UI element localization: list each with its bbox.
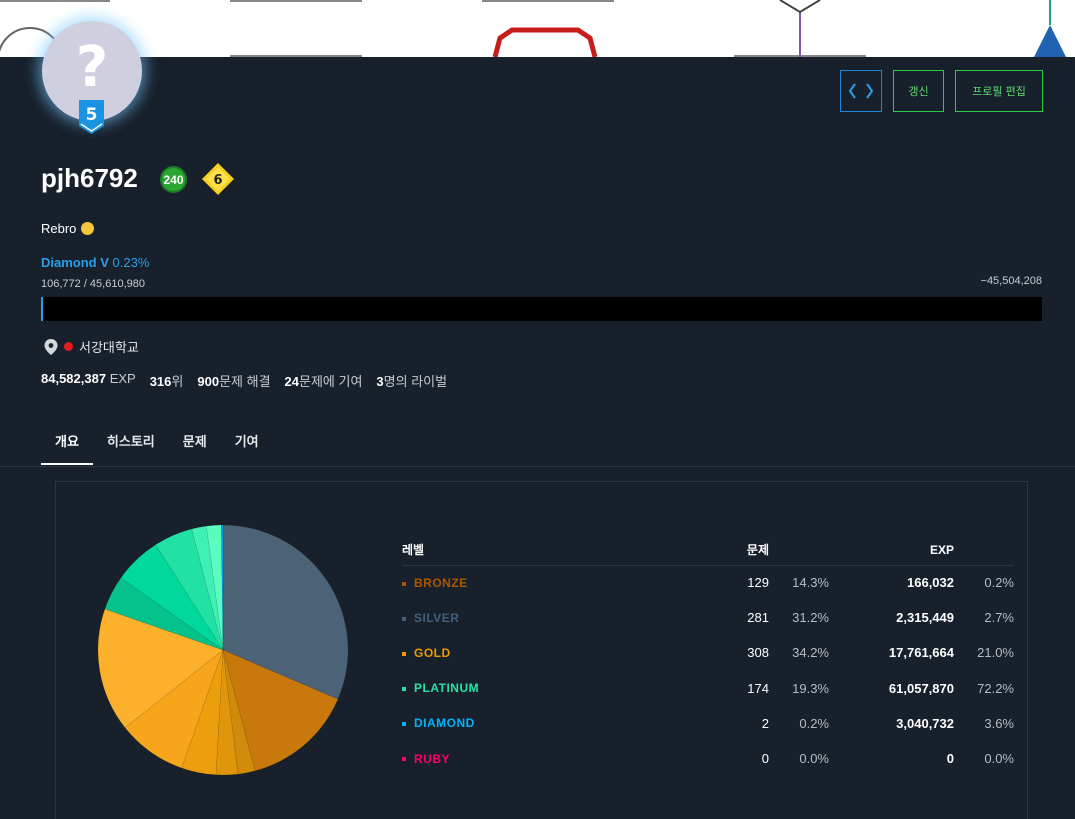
tier-badge-icon: 5 — [79, 100, 104, 134]
rank-percent: 0.23% — [112, 255, 150, 270]
stat-rank: 316위 — [149, 374, 184, 389]
level-count-pct: 14.3% — [792, 575, 829, 591]
level-dot — [402, 581, 406, 586]
level-label[interactable]: DIAMOND — [402, 706, 679, 741]
tabs-divider — [0, 466, 1075, 467]
level-count-pct: 19.3% — [792, 680, 829, 696]
level-table-header: 레벨 문제 EXP — [402, 535, 1014, 566]
level-exp: 166,032 — [907, 575, 954, 591]
level-dot — [402, 686, 406, 691]
placeholder-icon: ? — [75, 34, 109, 100]
school-row: 서강대학교 — [44, 337, 139, 356]
col-problems-pct — [769, 535, 829, 566]
top-banner — [0, 0, 1075, 57]
level-count: 281 — [747, 610, 769, 626]
banner-logos — [0, 0, 1066, 57]
level-exp: 61,057,870 — [888, 680, 954, 696]
username: pjh6792 — [41, 163, 138, 193]
level-label[interactable]: SILVER — [402, 600, 679, 635]
level-exp: 17,761,664 — [888, 645, 954, 661]
level-dot — [402, 757, 406, 762]
level-exp: 2,315,449 — [896, 610, 954, 626]
code-icon — [848, 83, 874, 99]
bio-text: Rebro — [41, 221, 77, 236]
location-pin-icon — [44, 338, 58, 355]
refresh-button[interactable]: 갱신 — [893, 70, 944, 112]
level-pie-chart — [97, 524, 349, 776]
col-exp: EXP — [829, 535, 954, 566]
level-dot — [402, 722, 406, 727]
rank-name: Diamond V — [41, 255, 109, 270]
rating-remaining: −45,504,208 — [980, 275, 1042, 287]
level-row-ruby: RUBY 0 0.0% 0 0.0% — [402, 741, 1014, 776]
rank-line: Diamond V 0.23% — [41, 255, 149, 270]
tab-problems[interactable]: 문제 — [169, 431, 221, 465]
stat-rivals[interactable]: 3명의 라이벌 — [376, 371, 447, 390]
level-row-diamond: DIAMOND 2 0.2% 3,040,732 3.6% — [402, 706, 1014, 741]
school-color-dot — [64, 342, 73, 351]
class-number: 6 — [213, 173, 222, 188]
level-count: 308 — [747, 645, 769, 661]
level-count-pct: 0.0% — [799, 751, 829, 767]
level-count-pct: 31.2% — [792, 610, 829, 626]
level-exp: 0 — [946, 751, 954, 767]
embed-code-button[interactable] — [840, 70, 882, 112]
level-exp-pct: 0.2% — [984, 575, 1014, 591]
school-name[interactable]: 서강대학교 — [79, 337, 139, 356]
smiley-emoji-icon — [81, 222, 95, 235]
level-exp-pct: 2.7% — [984, 610, 1014, 626]
level-count: 129 — [747, 575, 769, 591]
level-row-gold: GOLD 308 34.2% 17,761,664 21.0% — [402, 635, 1014, 670]
level-label[interactable]: GOLD — [402, 635, 679, 670]
level-count: 0 — [761, 751, 769, 767]
rating-progress-bar — [41, 297, 1042, 321]
level-exp-pct: 0.0% — [984, 751, 1014, 767]
level-exp-pct: 21.0% — [977, 645, 1014, 661]
level-count: 2 — [761, 715, 769, 731]
level-exp: 3,040,732 — [896, 715, 954, 731]
level-badge: 240 — [160, 166, 187, 193]
rating-progress-fill — [41, 297, 44, 321]
level-label[interactable]: PLATINUM — [402, 671, 679, 706]
level-row-silver: SILVER 281 31.2% 2,315,449 2.7% — [402, 600, 1014, 635]
col-exp-pct — [954, 535, 1014, 566]
level-dot — [402, 651, 406, 656]
stat-exp: 84,582,387 EXP — [41, 371, 136, 386]
level-exp-pct: 72.2% — [977, 680, 1014, 696]
col-level: 레벨 — [402, 535, 679, 566]
rating-progress-text: 106,772 / 45,610,980 — [41, 278, 145, 290]
stat-solved[interactable]: 900문제 해결 — [197, 371, 270, 390]
tab-history[interactable]: 히스토리 — [93, 431, 169, 465]
level-count-pct: 0.2% — [799, 715, 829, 731]
level-dot — [402, 616, 406, 621]
col-problems: 문제 — [679, 535, 769, 566]
tier-number: 5 — [86, 105, 98, 125]
level-row-bronze: BRONZE 129 14.3% 166,032 0.2% — [402, 565, 1014, 600]
stat-contributed[interactable]: 24문제에 기여 — [285, 371, 363, 390]
level-exp-pct: 3.6% — [984, 715, 1014, 731]
level-count-pct: 34.2% — [792, 645, 829, 661]
level-label[interactable]: RUBY — [402, 741, 679, 776]
stats-row: 84,582,387 EXP 316위 900문제 해결 24문제에 기여 3명… — [41, 371, 447, 390]
level-label[interactable]: BRONZE — [402, 565, 679, 600]
bio: Rebro — [41, 221, 95, 236]
edit-profile-button[interactable]: 프로필 편집 — [955, 70, 1043, 112]
level-count: 174 — [747, 680, 769, 696]
tab-contributions[interactable]: 기여 — [221, 431, 273, 465]
profile-tabs: 개요 히스토리 문제 기여 — [41, 431, 273, 465]
tab-overview[interactable]: 개요 — [41, 431, 93, 465]
level-row-platinum: PLATINUM 174 19.3% 61,057,870 72.2% — [402, 671, 1014, 706]
level-table: 레벨 문제 EXP BRONZE 129 14.3% 166,032 0.2% SILVE… — [402, 535, 1014, 776]
class-badge-icon: 6 — [202, 163, 234, 195]
